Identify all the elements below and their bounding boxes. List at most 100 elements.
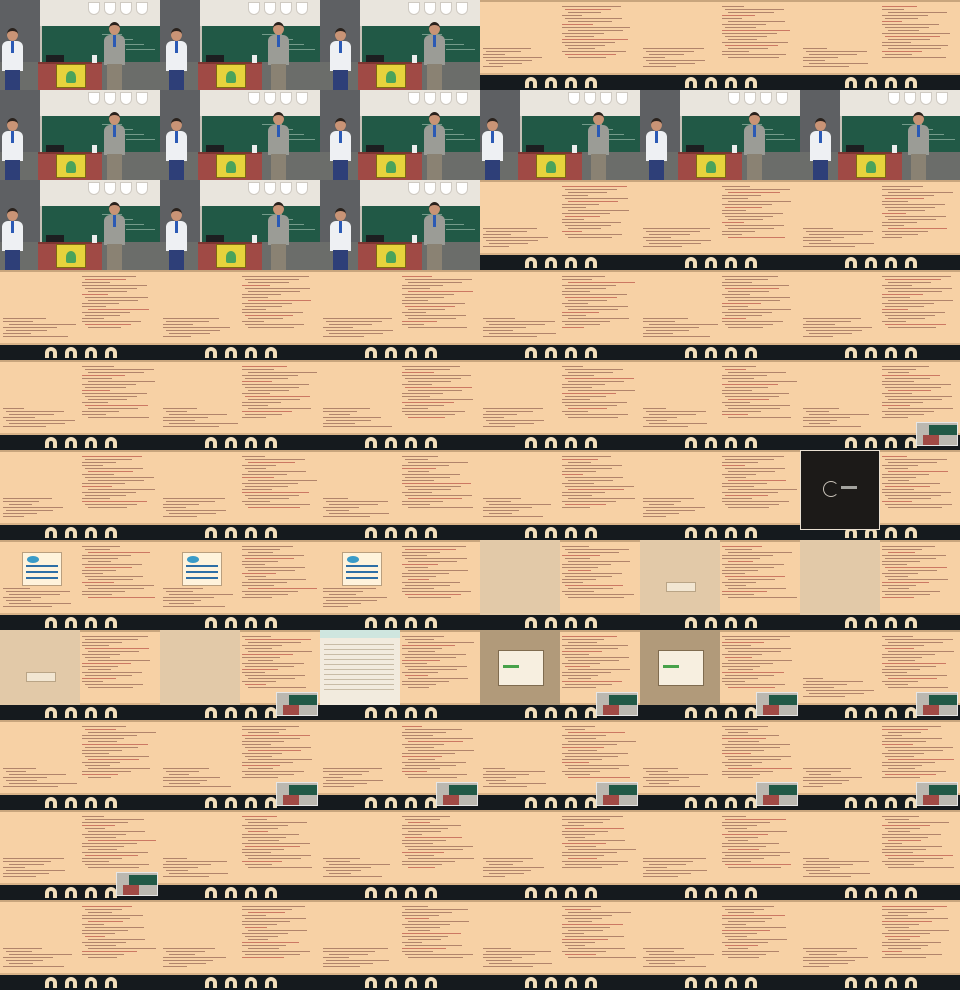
code-line	[402, 816, 450, 817]
code-line	[245, 846, 300, 847]
code-line	[169, 594, 233, 595]
code-line	[242, 933, 288, 934]
light	[245, 797, 257, 808]
code-line	[82, 738, 124, 739]
ceiling-lights	[525, 977, 599, 988]
code-line	[562, 651, 602, 652]
code-line	[323, 408, 370, 409]
person-part	[429, 202, 440, 215]
code-line	[402, 684, 436, 685]
code-line	[408, 642, 474, 643]
light	[865, 257, 877, 268]
camera-inset	[596, 692, 638, 716]
code-line	[483, 414, 517, 415]
screen-frame	[0, 900, 160, 990]
code-line	[9, 423, 65, 424]
code-line	[6, 510, 53, 511]
code-line	[803, 327, 872, 328]
code-line	[483, 774, 529, 775]
light	[248, 2, 260, 15]
code-line	[82, 393, 147, 394]
ceiling-lights	[205, 617, 279, 628]
code-line	[888, 282, 931, 283]
code-line	[568, 588, 613, 589]
code-line	[242, 369, 274, 370]
code-line	[483, 48, 531, 49]
menu-bar	[480, 720, 640, 722]
code-line	[402, 384, 432, 385]
code-line	[888, 732, 921, 733]
code-line	[803, 696, 845, 697]
code-line	[82, 573, 103, 574]
code-line	[568, 660, 619, 661]
code-line	[565, 729, 585, 730]
code-line	[486, 411, 533, 412]
light	[685, 77, 697, 88]
code-line	[402, 834, 422, 835]
code-line	[242, 393, 270, 394]
code-line	[402, 672, 438, 673]
code-line	[408, 417, 445, 418]
code-line	[882, 942, 941, 943]
code-line	[242, 771, 304, 772]
light	[565, 347, 577, 358]
code-line	[725, 909, 764, 910]
screen-frame	[160, 630, 320, 720]
code-line	[562, 867, 602, 868]
code-editor	[160, 270, 320, 345]
podium-poster	[376, 154, 406, 178]
code-line	[242, 549, 280, 550]
small-button	[666, 582, 696, 592]
code-line	[6, 951, 32, 952]
code-line	[323, 783, 367, 784]
code-line	[245, 468, 266, 469]
code-line	[402, 393, 443, 394]
code-line	[242, 492, 309, 493]
light	[905, 77, 917, 88]
code-line	[323, 426, 392, 427]
ceiling-lights	[408, 92, 468, 105]
code-line	[3, 876, 36, 877]
code-pane	[82, 456, 155, 510]
code-line	[242, 921, 290, 922]
code-line	[242, 924, 277, 925]
code-line	[882, 741, 926, 742]
code-line	[728, 192, 780, 193]
code-line	[486, 240, 538, 241]
person-part	[427, 244, 442, 270]
code-line	[562, 591, 594, 592]
code-line	[402, 555, 427, 556]
light	[565, 887, 577, 898]
stage-frame	[320, 0, 480, 90]
code-line	[248, 867, 312, 868]
code-line	[323, 858, 360, 859]
code-line	[562, 219, 584, 220]
light	[745, 527, 757, 538]
light	[705, 347, 717, 358]
code-line	[643, 417, 677, 418]
code-line	[405, 477, 450, 478]
code-line	[248, 858, 301, 859]
code-line	[803, 960, 855, 961]
code-line	[402, 840, 446, 841]
code-line	[82, 654, 120, 655]
light	[45, 347, 57, 358]
code-line	[242, 669, 278, 670]
code-line	[568, 210, 629, 211]
code-pane-left	[483, 948, 552, 969]
code-line	[722, 918, 772, 919]
screen-frame	[0, 630, 160, 720]
code-line	[562, 471, 596, 472]
table-row	[324, 654, 394, 655]
code-pane	[562, 816, 636, 870]
code-line	[882, 663, 946, 664]
code-line	[725, 495, 768, 496]
podium-poster	[536, 154, 566, 178]
code-line	[242, 825, 288, 826]
code-line	[728, 831, 787, 832]
code-line	[82, 390, 110, 391]
code-line	[803, 60, 825, 61]
code-line	[562, 834, 595, 835]
code-line	[882, 669, 920, 670]
light	[225, 617, 237, 628]
